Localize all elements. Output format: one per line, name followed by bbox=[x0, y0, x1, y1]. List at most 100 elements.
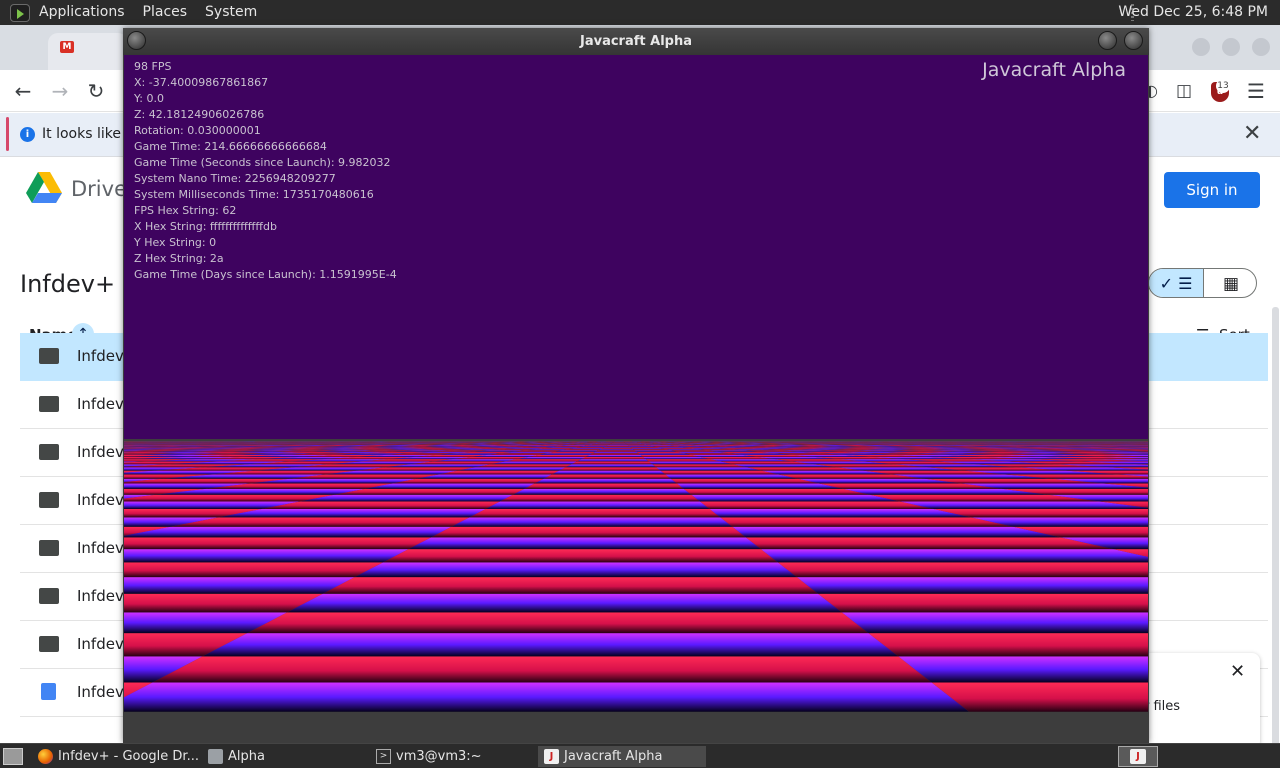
menu-icon[interactable]: ☰ bbox=[1243, 78, 1269, 104]
ground-tile bbox=[638, 453, 692, 456]
ground-tile bbox=[625, 443, 644, 445]
grid-view-button[interactable]: ▦ bbox=[1204, 269, 1256, 297]
puzzle-icon[interactable]: ◫ bbox=[1171, 78, 1197, 104]
ground-tile bbox=[581, 456, 646, 460]
hud-line: Z Hex String: 2a bbox=[134, 252, 224, 265]
ground-tile bbox=[933, 509, 1148, 518]
ground-tile bbox=[898, 656, 1148, 683]
info-close-icon[interactable]: ✕ bbox=[1243, 121, 1261, 146]
ground-tile bbox=[124, 526, 452, 538]
places-menu[interactable]: Places bbox=[134, 0, 197, 25]
ground-tile bbox=[567, 448, 603, 450]
view-toggle: ✓ ☰ ▦ bbox=[1148, 268, 1257, 298]
ground-tile bbox=[512, 488, 692, 495]
ground-tile bbox=[606, 445, 630, 447]
ground-tile bbox=[600, 448, 634, 450]
ground-tile bbox=[818, 593, 1148, 613]
ground-tile bbox=[931, 682, 1148, 712]
hud-line: Game Time (Days since Launch): 1.1591995… bbox=[134, 268, 397, 281]
sign-in-button[interactable]: Sign in bbox=[1164, 172, 1260, 208]
shared-folder-icon bbox=[39, 492, 59, 508]
shared-folder-icon bbox=[39, 348, 59, 364]
ground-tile bbox=[745, 537, 1114, 550]
minimize-icon[interactable] bbox=[1098, 31, 1117, 50]
task-label: Javacraft Alpha bbox=[564, 749, 663, 764]
ground-tile bbox=[700, 501, 934, 510]
shared-folder-icon bbox=[39, 444, 59, 460]
ground-tile bbox=[634, 450, 678, 452]
ground-tile bbox=[868, 633, 1148, 657]
applications-menu[interactable]: Applications bbox=[30, 0, 134, 25]
ground-tile bbox=[709, 509, 972, 518]
ground-tile bbox=[777, 562, 1148, 578]
system-tray: J bbox=[1118, 746, 1158, 767]
ground-tile bbox=[630, 447, 661, 449]
close-icon[interactable] bbox=[1252, 38, 1270, 56]
maximize-icon[interactable] bbox=[1222, 38, 1240, 56]
ground-tile bbox=[537, 453, 593, 456]
ground-tile bbox=[124, 494, 335, 502]
list-view-button[interactable]: ✓ ☰ bbox=[1149, 269, 1203, 297]
ground-tile bbox=[627, 444, 650, 446]
shared-folder-icon bbox=[39, 636, 59, 652]
forward-icon[interactable]: → bbox=[47, 78, 73, 104]
ground-tile bbox=[543, 474, 671, 479]
ground-tile bbox=[299, 494, 513, 502]
ground-tile bbox=[565, 464, 657, 468]
task-label: vm3@vm3:~ bbox=[396, 749, 482, 764]
ground-tile bbox=[608, 444, 628, 445]
ground-tile bbox=[640, 455, 701, 457]
show-desktop-icon[interactable] bbox=[3, 748, 23, 765]
panel-clock[interactable]: Wed Dec 25, 6:48 PM bbox=[1110, 0, 1280, 25]
hud-line: System Nano Time: 2256948209277 bbox=[134, 172, 336, 185]
javacraft-window: Javacraft Alpha 98 FPS X: -37.4000986786… bbox=[123, 28, 1149, 743]
task-javacraft[interactable]: J Javacraft Alpha bbox=[538, 746, 706, 767]
ground-tile bbox=[665, 474, 798, 479]
java-icon: J bbox=[544, 749, 559, 764]
hud-line: Y: 0.0 bbox=[134, 92, 164, 105]
ground-tile bbox=[760, 549, 1148, 563]
ground-tile bbox=[124, 577, 355, 594]
ground-tile bbox=[573, 447, 605, 449]
hud-line: Game Time (Seconds since Launch): 9.9820… bbox=[134, 156, 391, 169]
task-terminal[interactable]: > vm3@vm3:~ bbox=[370, 746, 535, 767]
window-titlebar[interactable]: Javacraft Alpha bbox=[123, 28, 1149, 55]
ground-tile bbox=[652, 464, 747, 468]
debug-hud: 98 FPS X: -37.40009867861867 Y: 0.0 Z: 4… bbox=[134, 59, 397, 283]
ground-tile bbox=[490, 461, 577, 465]
scrollbar[interactable] bbox=[1272, 307, 1279, 747]
info-icon: i bbox=[20, 127, 35, 142]
doc-icon bbox=[41, 683, 56, 700]
reload-icon[interactable]: ↻ bbox=[83, 78, 109, 104]
ground-tile bbox=[670, 478, 820, 484]
ground-tile bbox=[504, 459, 582, 462]
firefox-icon bbox=[38, 749, 53, 764]
java-tray-icon[interactable]: J bbox=[1130, 749, 1146, 764]
ground-tile bbox=[607, 444, 629, 446]
system-menu[interactable]: System bbox=[196, 0, 266, 25]
shared-folder-icon bbox=[39, 588, 59, 604]
game-viewport[interactable]: 98 FPS X: -37.40009867861867 Y: 0.0 Z: 4… bbox=[124, 55, 1148, 743]
ground-tile bbox=[261, 501, 500, 510]
minimize-icon[interactable] bbox=[1192, 38, 1210, 56]
info-accent bbox=[6, 117, 9, 151]
back-icon[interactable]: ← bbox=[10, 78, 36, 104]
toast-close-icon[interactable]: ✕ bbox=[1230, 661, 1245, 682]
task-files[interactable]: Alpha bbox=[202, 746, 367, 767]
applications-logo-icon[interactable] bbox=[10, 3, 30, 22]
maximize-icon[interactable] bbox=[1124, 31, 1143, 50]
ground-tile bbox=[586, 444, 609, 446]
window-menu-icon[interactable] bbox=[127, 31, 146, 50]
ground-tile bbox=[571, 461, 653, 465]
folder-title[interactable]: Infdev+ bbox=[20, 270, 115, 298]
ground-tile bbox=[595, 450, 637, 452]
top-panel: Applications Places System Wed Dec 25, 6… bbox=[0, 0, 1280, 25]
ground-tile bbox=[720, 517, 1014, 527]
ground-tile bbox=[592, 451, 639, 454]
ground-tile bbox=[334, 488, 525, 495]
taskbar: Infdev+ - Google Dr... Alpha > vm3@vm3:~… bbox=[0, 743, 1280, 768]
ground-tile bbox=[431, 526, 746, 538]
browser-tab[interactable]: M bbox=[48, 33, 128, 70]
ground-tile bbox=[218, 509, 486, 518]
task-firefox[interactable]: Infdev+ - Google Dr... bbox=[32, 746, 200, 767]
